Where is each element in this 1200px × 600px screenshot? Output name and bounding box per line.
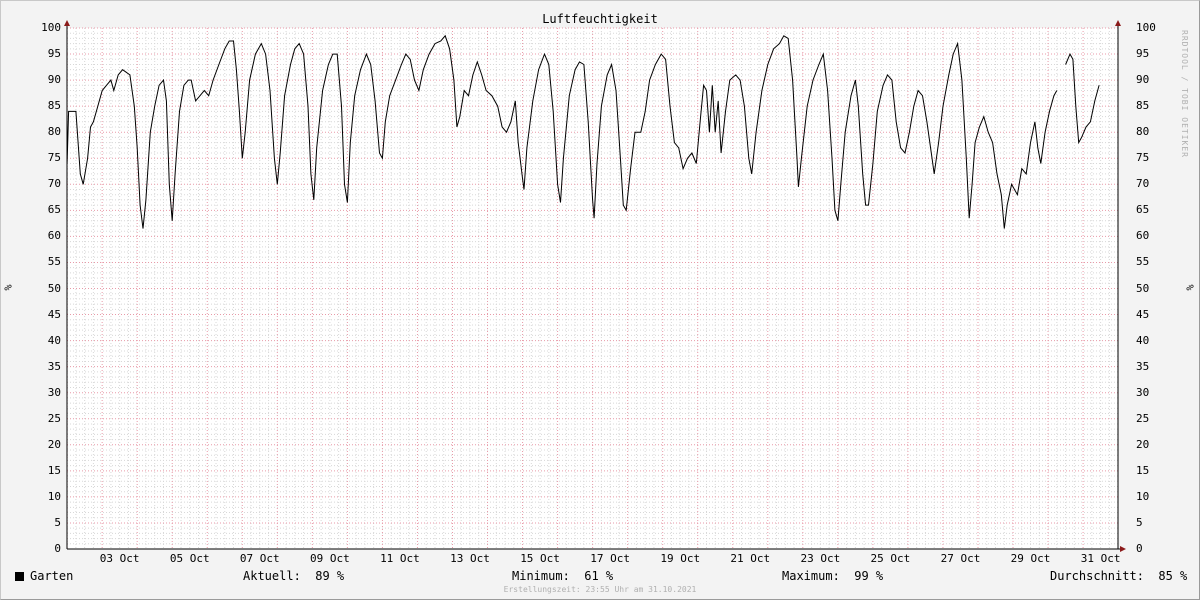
y-tick-label-left: 30 [47, 385, 61, 399]
y-tick-label-right: 10 [1136, 489, 1150, 503]
x-tick-label: 15 Oct [520, 552, 560, 565]
y-tick-label-left: 90 [47, 73, 61, 87]
x-tick-label: 31 Oct [1080, 552, 1121, 565]
y-tick-label-left: 0 [54, 542, 61, 555]
y-tick-label-right: 70 [1136, 177, 1150, 191]
y-tick-label-right: 0 [1136, 542, 1143, 555]
legend-average: Durchschnitt: 85 % [1050, 569, 1187, 583]
x-tick-label: 29 Oct [1010, 552, 1051, 565]
y-tick-label-right: 20 [1136, 437, 1150, 451]
x-tick-label: 27 Oct [940, 552, 981, 565]
legend-current: Aktuell: 89 % [243, 569, 344, 583]
y-tick-label-right: 65 [1136, 203, 1150, 217]
x-tick-label: 19 Oct [660, 552, 701, 565]
y-tick-label-left: 10 [47, 489, 61, 503]
x-tick-label: 07 Oct [239, 552, 280, 565]
x-tick-label: 09 Oct [309, 552, 350, 565]
y-tick-label-left: 25 [47, 411, 61, 425]
y-tick-label-right: 45 [1136, 307, 1150, 321]
legend-max-label: Maximum: [782, 569, 840, 583]
y-tick-label-left: 45 [47, 307, 61, 321]
y-tick-label-right: 100 [1136, 21, 1156, 34]
y-tick-label-left: 50 [47, 281, 61, 295]
y-tick-label-left: 65 [47, 203, 61, 217]
y-tick-label-right: 15 [1136, 463, 1150, 477]
x-tick-label: 03 Oct [99, 552, 140, 565]
rrdtool-watermark: RRDTOOL / TOBI OETIKER [1180, 30, 1189, 158]
creation-timestamp: Erstellungszeit: 23:55 Uhr am 31.10.2021 [503, 585, 697, 594]
x-tick-label: 05 Oct [169, 552, 210, 565]
y-tick-label-left: 80 [47, 125, 61, 139]
y-tick-label-left: 20 [47, 437, 61, 451]
legend-min-value: 61 % [584, 569, 614, 583]
y-tick-label-left: 70 [47, 177, 61, 191]
y-tick-label-left: 75 [47, 151, 61, 165]
y-tick-label-right: 75 [1136, 151, 1150, 165]
y-tick-label-left: 35 [47, 359, 61, 373]
y-tick-label-right: 40 [1136, 333, 1150, 347]
x-tick-label: 17 Oct [590, 552, 630, 565]
y-tick-label-right: 30 [1136, 385, 1150, 399]
humidity-chart [64, 20, 1126, 552]
y-tick-label-left: 55 [47, 255, 61, 269]
legend-current-label: Aktuell: [243, 569, 301, 583]
legend-avg-value: 85 % [1158, 569, 1188, 583]
x-tick-label: 13 Oct [450, 552, 490, 565]
y-tick-label-right: 85 [1136, 99, 1150, 113]
legend-maximum: Maximum: 99 % [782, 569, 883, 583]
y-tick-label-right: 95 [1136, 47, 1150, 61]
y-tick-label-right: 80 [1136, 125, 1150, 139]
y-tick-label-right: 90 [1136, 73, 1150, 87]
y-tick-label-left: 40 [47, 333, 61, 347]
legend-avg-label: Durchschnitt: [1050, 569, 1144, 583]
legend-min-label: Minimum: [512, 569, 570, 583]
legend-series-name: Garten [30, 569, 74, 583]
legend-max-value: 99 % [854, 569, 884, 583]
y-tick-label-left: 100 [41, 21, 61, 34]
x-tick-label: 23 Oct [800, 552, 841, 565]
legend-minimum: Minimum: 61 % [512, 569, 613, 583]
y-tick-label-right: 60 [1136, 229, 1150, 243]
y-tick-label-right: 35 [1136, 359, 1150, 373]
y-tick-label-right: 55 [1136, 255, 1150, 269]
legend-series: Garten [15, 569, 73, 583]
x-tick-label: 11 Oct [380, 552, 420, 565]
y-tick-label-left: 85 [47, 99, 61, 113]
y-tick-label-right: 50 [1136, 281, 1150, 295]
y-tick-label-left: 60 [47, 229, 61, 243]
legend-swatch [15, 572, 24, 581]
x-tick-label: 25 Oct [870, 552, 911, 565]
y-axis-label-right: % [1183, 284, 1195, 291]
x-tick-label: 21 Oct [730, 552, 771, 565]
y-tick-label-left: 15 [47, 463, 61, 477]
chart-title: Luftfeuchtigkeit [542, 12, 658, 26]
legend-current-value: 89 % [315, 569, 345, 583]
y-tick-label-left: 95 [47, 47, 61, 61]
y-tick-label-right: 5 [1136, 515, 1143, 529]
y-tick-label-left: 5 [54, 515, 61, 529]
y-tick-label-right: 25 [1136, 411, 1150, 425]
y-axis-label-left: % [1, 284, 13, 291]
